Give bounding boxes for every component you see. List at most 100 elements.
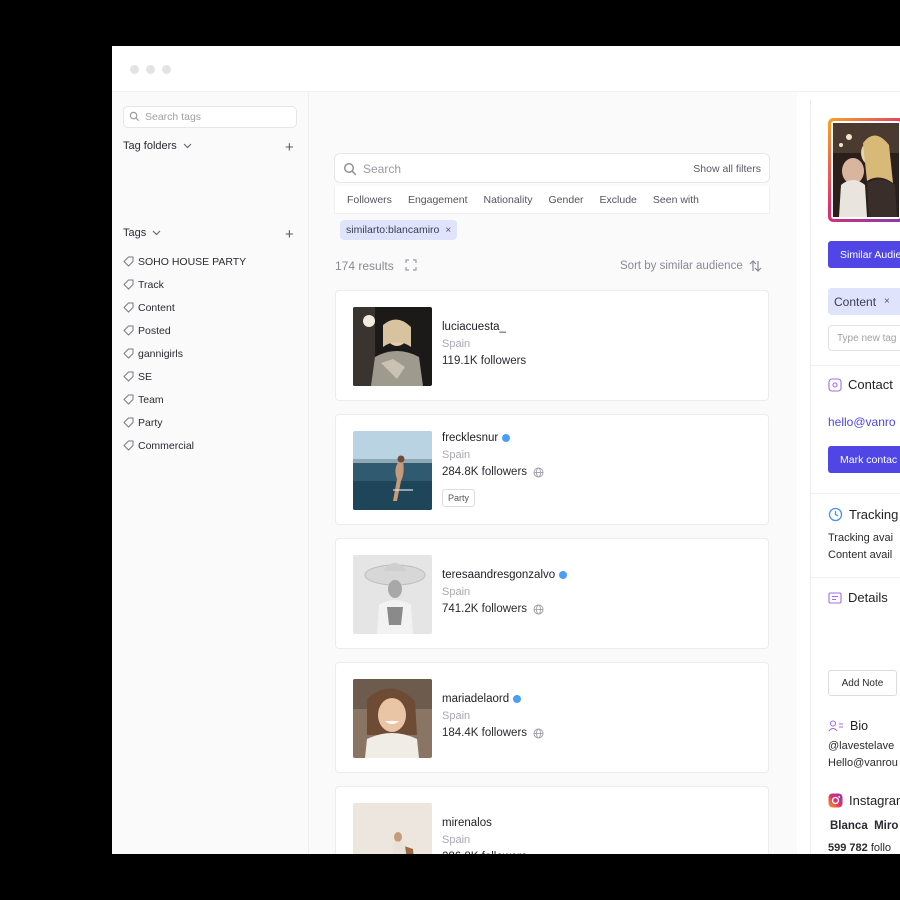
sidebar-tag-label: Party	[138, 416, 163, 429]
influencer-thumbnail	[353, 307, 432, 386]
bio-title-text: Bio	[850, 719, 869, 733]
verified-badge-icon	[513, 695, 522, 703]
bio-line: Hello@vanrou	[828, 757, 898, 769]
influencer-card[interactable]: mirenalos Spain 286.8K followers	[335, 786, 769, 854]
sidebar-tag-label: Track	[138, 278, 164, 291]
influencer-name: teresaandresgonzalvo	[442, 569, 568, 581]
details-title-text: Details	[848, 590, 888, 605]
filter-seen-with[interactable]: Seen with	[653, 194, 699, 206]
filter-nationality[interactable]: Nationality	[483, 194, 532, 206]
new-tag-field[interactable]	[828, 325, 900, 351]
close-window-button[interactable]	[130, 65, 139, 74]
filter-engagement[interactable]: Engagement	[408, 194, 468, 206]
sidebar-tag-item[interactable]: Posted	[123, 319, 246, 342]
title-bar	[112, 46, 900, 92]
sidebar-tag-item[interactable]: Track	[123, 273, 246, 296]
tag-search-input[interactable]	[145, 109, 293, 125]
influencer-country: Spain	[442, 710, 471, 722]
sidebar-tag-label: Team	[138, 393, 164, 406]
tag-icon	[123, 279, 134, 290]
influencer-handle: frecklesnur	[442, 432, 499, 444]
minimize-window-button[interactable]	[146, 65, 155, 74]
influencer-card[interactable]: mariadelaord Spain 184.4K followers	[335, 662, 769, 773]
similar-audience-button[interactable]: Similar Audie	[828, 241, 900, 268]
new-tag-input[interactable]	[837, 331, 900, 346]
show-all-filters-button[interactable]: Show all filters	[693, 163, 761, 175]
influencer-name: mirenalos	[442, 817, 492, 829]
filter-followers[interactable]: Followers	[347, 194, 392, 206]
sidebar-tag-item[interactable]: gannigirls	[123, 342, 246, 365]
filter-gender[interactable]: Gender	[549, 194, 584, 206]
add-folder-button[interactable]: +	[285, 140, 294, 155]
search-bar[interactable]: Show all filters	[334, 153, 770, 183]
tag-search-box[interactable]	[123, 106, 297, 128]
tag-icon	[123, 394, 134, 405]
influencer-handle: mariadelaord	[442, 693, 510, 705]
tracking-title-text: Tracking	[849, 507, 899, 522]
tag-icon	[123, 371, 134, 382]
bio-line: @lavestelave	[828, 740, 895, 752]
influencer-card[interactable]: luciacuesta_ Spain 119.1K followers	[335, 290, 769, 401]
contact-email-link[interactable]: hello@vanro	[828, 415, 896, 429]
influencer-thumbnail	[353, 555, 432, 634]
chevron-down-icon	[152, 230, 161, 236]
tag-icon	[123, 256, 134, 267]
sort-control[interactable]: Sort by similar audience	[620, 260, 762, 272]
sidebar-tag-label: gannigirls	[138, 347, 183, 360]
influencer-thumbnail	[353, 803, 432, 854]
tracking-status-text: Tracking avai	[828, 532, 894, 544]
content-tag-label: Content	[834, 294, 877, 309]
sidebar-tag-item[interactable]: SOHO HOUSE PARTY	[123, 250, 246, 273]
influencer-tag[interactable]: Party	[442, 489, 476, 507]
sidebar-tag-item[interactable]: Content	[123, 296, 246, 319]
sidebar-tag-item[interactable]: SE	[123, 365, 246, 388]
result-count: 174 results	[335, 259, 394, 273]
remove-filter-button[interactable]: ×	[445, 225, 451, 236]
add-note-button[interactable]: Add Note	[828, 670, 897, 696]
maximize-window-button[interactable]	[162, 65, 171, 74]
tag-icon	[123, 417, 134, 428]
tag-icon	[123, 302, 134, 313]
notes-icon	[828, 591, 842, 604]
add-tag-button[interactable]: +	[285, 227, 294, 242]
globe-icon	[533, 604, 544, 614]
influencer-card[interactable]: teresaandresgonzalvo Spain 741.2K follower…	[335, 538, 769, 649]
tags-label: Tags	[123, 227, 147, 239]
content-tag-chip: Content ×	[828, 288, 900, 315]
search-icon	[343, 162, 357, 176]
filter-exclude[interactable]: Exclude	[600, 194, 637, 206]
influencer-name: frecklesnur	[442, 432, 511, 444]
tags-toggle[interactable]: Tags	[123, 227, 161, 239]
remove-tag-button[interactable]: ×	[884, 296, 890, 307]
mark-contacted-button[interactable]: Mark contac	[828, 446, 900, 473]
bio-section-title: Bio	[828, 719, 868, 733]
profile-photo	[828, 118, 900, 222]
influencer-country: Spain	[442, 338, 471, 350]
profile-detail-panel: Similar Audie Content × Contact hello@va…	[810, 100, 900, 854]
followers-count: 184.4K followers	[442, 727, 528, 739]
influencer-name: mariadelaord	[442, 693, 522, 705]
divider	[811, 577, 900, 578]
search-input[interactable]	[363, 160, 663, 178]
tag-list: SOHO HOUSE PARTY Track Content Posted gannig…	[123, 250, 246, 457]
person-icon	[828, 720, 843, 732]
instagram-section-title: Instagram	[828, 793, 900, 808]
tags-sidebar: Tag folders + Tags + SOHO HOUSE PARTY Tra…	[112, 92, 309, 854]
sidebar-tag-item[interactable]: Team	[123, 388, 246, 411]
tag-folders-toggle[interactable]: Tag folders	[123, 140, 192, 152]
sidebar-tag-item[interactable]: Party	[123, 411, 246, 434]
influencer-card[interactable]: frecklesnur Spain 284.8K followers Party	[335, 414, 769, 525]
divider	[811, 493, 900, 494]
filter-bar: Followers Engagement Nationality Gender Excl…	[334, 186, 770, 214]
tag-icon	[123, 325, 134, 336]
sort-label: Sort by similar audience	[620, 260, 743, 272]
influencer-country: Spain	[442, 834, 471, 846]
instagram-title-text: Instagram	[849, 793, 900, 808]
active-filter-chip: similarto:blancamiro ×	[340, 220, 458, 240]
expand-icon[interactable]	[405, 259, 417, 271]
influencer-name: luciacuesta_	[442, 321, 506, 333]
sidebar-tag-label: Content	[138, 301, 175, 314]
sidebar-tag-item[interactable]: Commercial	[123, 434, 246, 457]
content-status-text: Content avail	[828, 549, 893, 561]
instagram-icon	[828, 793, 843, 808]
